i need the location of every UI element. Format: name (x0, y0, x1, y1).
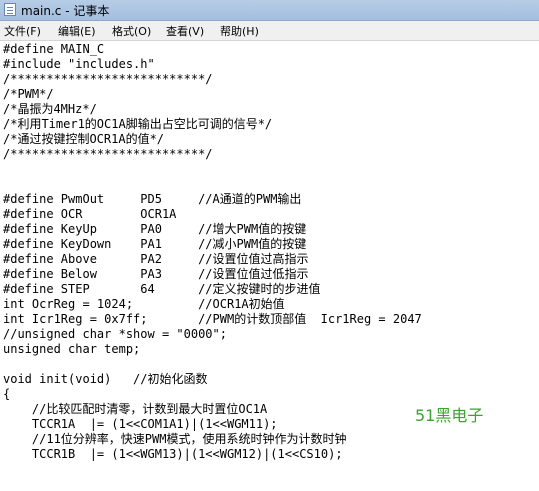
code-line: #define Below PA3 //设置位值过低指示 (3, 267, 309, 281)
menu-view[interactable]: 查看(V) (166, 23, 204, 39)
menu-file[interactable]: 文件(F) (4, 23, 41, 39)
menu-bar: 文件(F) 编辑(E) 格式(O) 查看(V) 帮助(H) (0, 21, 539, 41)
window-title: main.c - 记事本 (21, 4, 110, 18)
code-line: //11位分辨率，快速PWM模式，使用系统时钟作为计数时钟 (3, 432, 347, 446)
code-line: /***************************/ (3, 147, 213, 161)
text-editor[interactable]: #define MAIN_C #include "includes.h"/****… (0, 41, 539, 491)
code-line: unsigned char temp; (3, 342, 141, 356)
title-bar[interactable]: main.c - 记事本 (0, 0, 539, 21)
code-line: { (3, 387, 11, 401)
code-line: void init(void) //初始化函数 (3, 372, 208, 386)
menu-edit[interactable]: 编辑(E) (58, 23, 96, 39)
code-line: #define MAIN_C (3, 42, 105, 56)
notepad-icon (4, 3, 16, 16)
code-line: int OcrReg = 1024; //OCR1A初始值 (3, 297, 285, 311)
watermark: 51黑电子 (415, 406, 484, 425)
code-line: #define KeyUp PA0 //增大PWM值的按键 (3, 222, 307, 236)
menu-format[interactable]: 格式(O) (112, 23, 151, 39)
code-line: int Icr1Reg = 0x7ff; //PWM的计数顶部值 Icr1Reg… (3, 312, 422, 326)
code-line: /*晶振为4MHz*/ (3, 102, 97, 116)
code-line: TCCR1B |= (1<<WGM13)|(1<<WGM12)|(1<<CS10… (3, 447, 343, 461)
code-text: #define MAIN_C #include "includes.h"/****… (0, 41, 539, 462)
code-line: #define Above PA2 //设置位值过高指示 (3, 252, 309, 266)
code-line: /*PWM*/ (3, 87, 54, 101)
code-line: /***************************/ (3, 72, 213, 86)
code-line: /*利用Timer1的OC1A脚输出占空比可调的信号*/ (3, 117, 273, 131)
menu-help[interactable]: 帮助(H) (220, 23, 259, 39)
code-line: //unsigned char *show = "0000"; (3, 327, 227, 341)
code-line: #define KeyDown PA1 //减小PWM值的按键 (3, 237, 307, 251)
code-line: /*通过按键控制OCR1A的值*/ (3, 132, 165, 146)
code-line: #define PwmOut PD5 //A通道的PWM输出 (3, 192, 302, 206)
code-line: #define OCR OCR1A (3, 207, 177, 221)
code-line: #define STEP 64 //定义按键时的步进值 (3, 282, 321, 296)
code-line: #include "includes.h" (3, 57, 155, 71)
notepad-window: main.c - 记事本 文件(F) 编辑(E) 格式(O) 查看(V) 帮助(… (0, 0, 539, 491)
